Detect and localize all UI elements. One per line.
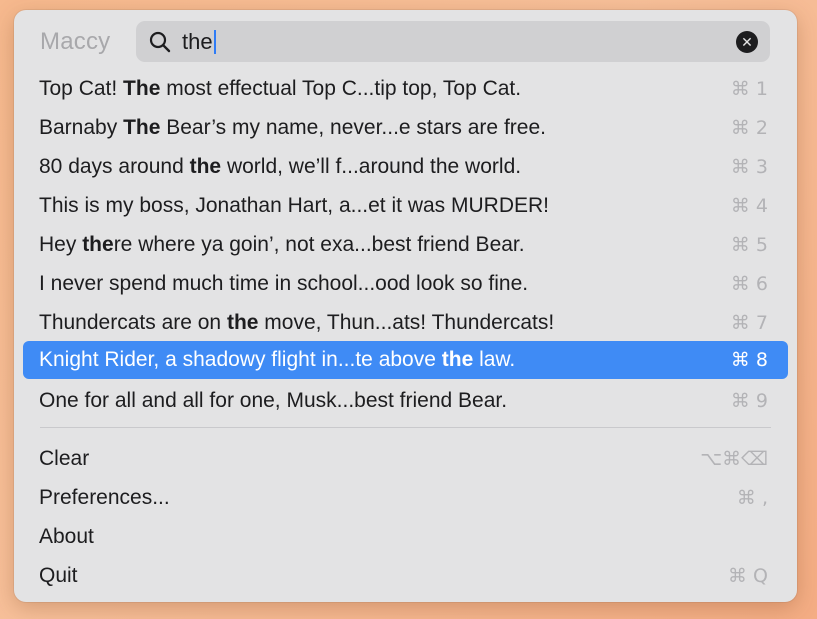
clear-shortcut: ⌥⌘⌫: [700, 448, 768, 470]
history-item-1[interactable]: Top Cat! The most effectual Top C...tip …: [23, 70, 788, 108]
match-highlight: The: [123, 116, 161, 139]
history-item-5[interactable]: Hey there where ya goin’, not exa...best…: [23, 226, 788, 264]
history-item-7[interactable]: Thundercats are on the move, Thun...ats!…: [23, 304, 788, 342]
history-item-9[interactable]: One for all and all for one, Musk...best…: [23, 382, 788, 420]
preferences-menu-item[interactable]: Preferences... ⌘ ,: [23, 479, 788, 517]
history-item-text: I never spend much time in school...ood …: [39, 272, 529, 295]
shortcut-label: ⌘ 8: [730, 349, 768, 371]
about-label: About: [39, 525, 94, 548]
match-highlight: the: [189, 155, 222, 178]
search-icon: [149, 31, 171, 53]
app-title: Maccy: [40, 28, 111, 55]
shortcut-label: ⌘ 9: [730, 390, 768, 412]
history-item-6[interactable]: I never spend much time in school...ood …: [23, 265, 788, 303]
clear-menu-item[interactable]: Clear ⌥⌘⌫: [23, 440, 788, 478]
history-item-text: Hey there where ya goin’, not exa...best…: [39, 233, 525, 256]
search-query: the: [182, 29, 213, 54]
history-item-2[interactable]: Barnaby The Bear’s my name, never...e st…: [23, 109, 788, 147]
history-item-3[interactable]: 80 days around the world, we’ll f...arou…: [23, 148, 788, 186]
match-highlight: the: [82, 233, 114, 256]
shortcut-label: ⌘ 5: [730, 234, 768, 256]
shortcut-label: ⌘ 4: [730, 195, 768, 217]
clear-search-icon[interactable]: ✕: [736, 31, 758, 53]
quit-menu-item[interactable]: Quit ⌘ Q: [23, 557, 788, 595]
text-caret: [213, 30, 216, 54]
menu-divider: [40, 427, 771, 428]
preferences-label: Preferences...: [39, 486, 170, 509]
shortcut-label: ⌘ 2: [730, 117, 768, 139]
history-item-4[interactable]: This is my boss, Jonathan Hart, a...et i…: [23, 187, 788, 225]
history-item-text: Barnaby The Bear’s my name, never...e st…: [39, 116, 546, 139]
menu-header: Maccy the ✕: [14, 10, 797, 74]
match-highlight: the: [226, 311, 259, 334]
history-item-text: One for all and all for one, Musk...best…: [39, 389, 508, 412]
history-item-8-selected[interactable]: Knight Rider, a shadowy flight in...te a…: [23, 341, 788, 379]
history-item-text: This is my boss, Jonathan Hart, a...et i…: [39, 194, 549, 217]
match-highlight: the: [441, 348, 474, 371]
match-highlight: The: [123, 77, 161, 100]
quit-shortcut: ⌘ Q: [728, 565, 768, 587]
preferences-shortcut: ⌘ ,: [736, 487, 768, 509]
search-input[interactable]: the: [182, 29, 216, 55]
clear-label: Clear: [39, 447, 90, 470]
history-item-text: Top Cat! The most effectual Top C...tip …: [39, 77, 522, 100]
shortcut-label: ⌘ 7: [730, 312, 768, 334]
history-item-text: Thundercats are on the move, Thun...ats!…: [39, 311, 555, 334]
shortcut-label: ⌘ 1: [730, 78, 768, 100]
history-item-text: 80 days around the world, we’ll f...arou…: [39, 155, 522, 178]
search-field[interactable]: the ✕: [136, 21, 770, 62]
shortcut-label: ⌘ 6: [730, 273, 768, 295]
history-item-text: Knight Rider, a shadowy flight in...te a…: [39, 348, 516, 371]
shortcut-label: ⌘ 3: [730, 156, 768, 178]
about-menu-item[interactable]: About: [23, 518, 788, 556]
maccy-menu: Maccy the ✕ Top Cat! The most effectual …: [14, 10, 797, 602]
quit-label: Quit: [39, 564, 78, 587]
